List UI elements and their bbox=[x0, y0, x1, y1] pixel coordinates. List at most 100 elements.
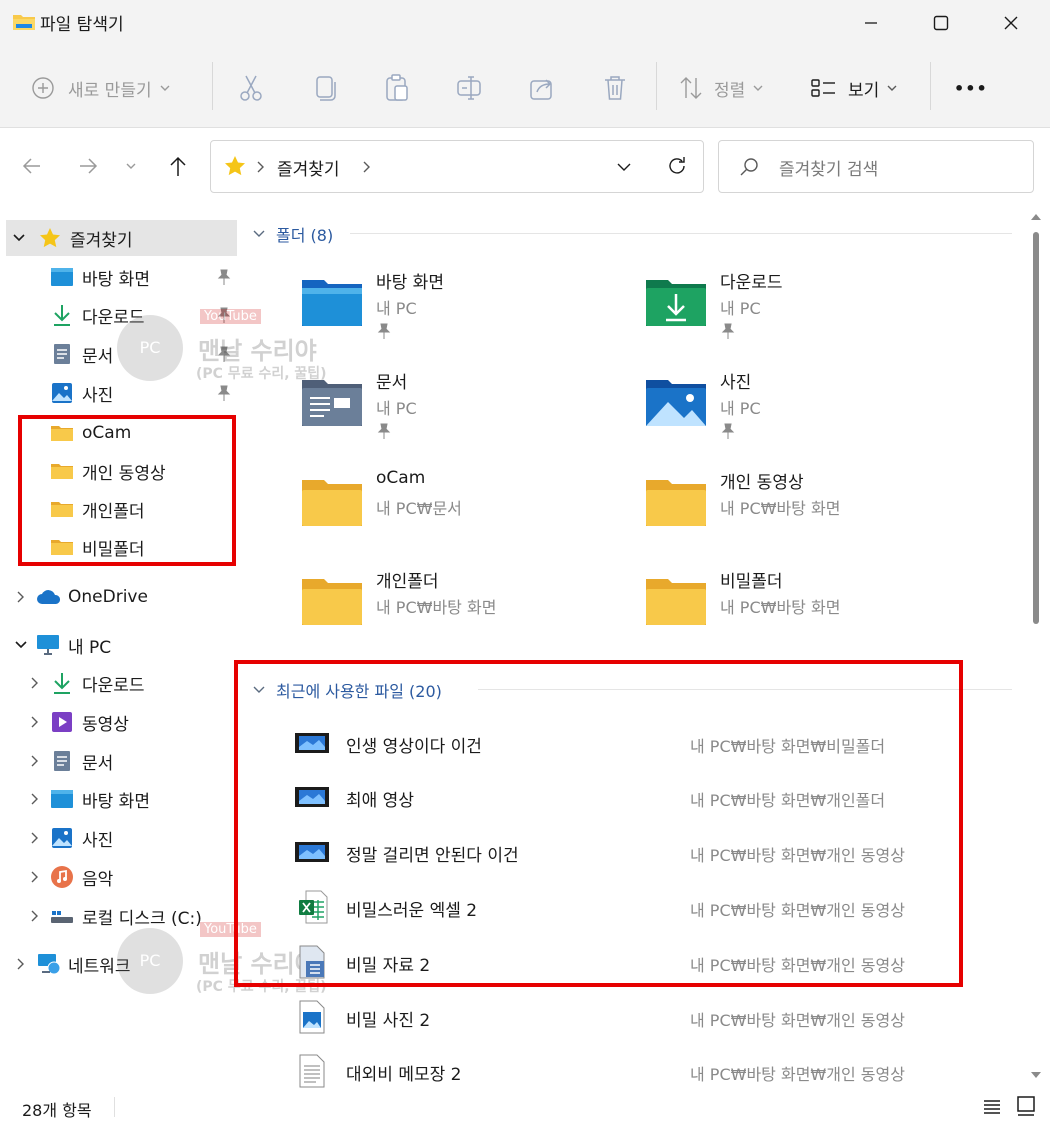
sidebar-item-label: 문서 bbox=[82, 346, 114, 367]
desktop-icon bbox=[51, 268, 73, 286]
chevron-right-icon bbox=[31, 871, 38, 883]
pc-badge-icon: PC bbox=[117, 315, 183, 381]
rename-button[interactable] bbox=[456, 70, 484, 106]
drive-icon bbox=[51, 911, 73, 923]
sidebar-item-pc-pictures[interactable]: 사진 bbox=[0, 819, 240, 857]
picture-icon bbox=[52, 828, 72, 848]
sidebar-item-pc-downloads[interactable]: 다운로드 bbox=[0, 664, 240, 702]
section-folders-header[interactable]: 폴더 (8) bbox=[252, 222, 333, 246]
copy-button[interactable] bbox=[312, 70, 338, 106]
sidebar-item-pc-videos[interactable]: 동영상 bbox=[0, 703, 240, 741]
address-bar[interactable]: 즐겨찾기 bbox=[210, 140, 704, 193]
sidebar-item-this-pc[interactable]: 내 PC bbox=[0, 626, 240, 664]
recent-file-path: 내 PC₩바탕 화면₩개인 동영상 bbox=[690, 1011, 905, 1030]
share-icon bbox=[530, 79, 552, 100]
back-button[interactable] bbox=[14, 148, 50, 184]
tile-name: 개인폴더 bbox=[376, 572, 439, 592]
chevron-right-icon bbox=[31, 677, 38, 689]
sidebar-item-pc-desktop[interactable]: 바탕 화면 bbox=[0, 780, 240, 818]
breadcrumb-favorites[interactable]: 즐겨찾기 bbox=[277, 155, 340, 180]
chevron-right-icon bbox=[31, 793, 38, 805]
chevron-down-icon bbox=[13, 234, 25, 242]
folder-tile-documents[interactable]: 문서 내 PC bbox=[296, 364, 626, 444]
tile-name: 사진 bbox=[720, 373, 752, 393]
watermark-badge: PC bbox=[140, 338, 161, 357]
star-icon bbox=[225, 156, 245, 176]
sidebar-item-favorites[interactable]: 즐겨찾기 bbox=[6, 220, 237, 256]
folder-tile-personal-videos[interactable]: 개인 동영상 내 PC₩바탕 화면 bbox=[640, 464, 1010, 534]
sidebar-item-label: 동영상 bbox=[82, 714, 129, 735]
sidebar-item-pc-documents[interactable]: 문서 bbox=[0, 742, 240, 780]
folder-tile-secret-folder[interactable]: 비밀폴더 내 PC₩바탕 화면 bbox=[640, 563, 1010, 633]
copy-icon bbox=[316, 76, 336, 101]
more-options-button[interactable]: ••• bbox=[954, 70, 988, 106]
pin-icon bbox=[377, 423, 391, 439]
pin-icon bbox=[721, 323, 735, 339]
maximize-button[interactable] bbox=[906, 0, 976, 46]
recent-locations-button[interactable] bbox=[116, 148, 146, 184]
chevron-down-icon bbox=[160, 85, 170, 91]
sidebar-item-desktop[interactable]: 바탕 화면 bbox=[0, 258, 240, 296]
chevron-right-icon bbox=[31, 716, 38, 728]
folder-tile-pictures[interactable]: 사진 내 PC bbox=[640, 364, 1010, 444]
delete-button[interactable] bbox=[602, 70, 628, 106]
chevron-right-icon bbox=[31, 755, 38, 767]
scrollbar-thumb[interactable] bbox=[1033, 232, 1039, 624]
pin-icon bbox=[217, 385, 231, 401]
view-button[interactable]: 보기 bbox=[810, 70, 899, 106]
share-button[interactable] bbox=[528, 70, 556, 106]
sidebar-item-pc-music[interactable]: 음악 bbox=[0, 858, 240, 896]
tile-location: 내 PC₩바탕 화면 bbox=[720, 499, 841, 518]
recent-file-path: 내 PC₩바탕 화면₩개인 동영상 bbox=[690, 1065, 905, 1084]
sort-icon bbox=[680, 77, 702, 99]
recent-file-name: 대외비 메모장 2 bbox=[346, 1065, 462, 1085]
folder-tile-ocam[interactable]: oCam 내 PC₩문서 bbox=[296, 464, 626, 534]
watermark-badge: PC bbox=[140, 951, 161, 970]
folder-icon bbox=[302, 480, 362, 526]
forward-button[interactable] bbox=[70, 148, 106, 184]
star-icon bbox=[40, 228, 60, 248]
music-icon bbox=[51, 866, 73, 888]
chevron-right-icon bbox=[17, 591, 24, 603]
chevron-down-icon bbox=[253, 230, 265, 237]
sidebar-item-label: 사진 bbox=[82, 385, 114, 406]
sidebar-item-label: 즐겨찾기 bbox=[70, 230, 133, 251]
tile-location: 내 PC₩문서 bbox=[376, 499, 462, 518]
new-button[interactable]: 새로 만들기 bbox=[30, 70, 172, 106]
tile-location: 내 PC₩바탕 화면 bbox=[376, 598, 497, 617]
download-folder-icon bbox=[646, 280, 706, 326]
chevron-down-icon[interactable] bbox=[615, 159, 633, 175]
recent-file-row[interactable]: 대외비 메모장 2 내 PC₩바탕 화면₩개인 동영상 bbox=[290, 1052, 1010, 1090]
network-icon bbox=[38, 954, 60, 975]
tile-name: 비밀폴더 bbox=[720, 572, 783, 592]
sidebar-item-onedrive[interactable]: OneDrive bbox=[0, 578, 240, 616]
folder-tile-desktop[interactable]: 바탕 화면 내 PC bbox=[296, 264, 626, 344]
minimize-button[interactable] bbox=[836, 0, 906, 46]
scroll-up-icon[interactable] bbox=[1030, 212, 1042, 222]
sidebar-item-label: 내 PC bbox=[68, 637, 112, 658]
window-title: 파일 탐색기 bbox=[40, 15, 124, 35]
paste-button[interactable] bbox=[384, 70, 410, 106]
sort-button[interactable]: 정렬 bbox=[678, 70, 765, 106]
sidebar-item-label: 음악 bbox=[82, 869, 114, 890]
folder-tile-personal-folder[interactable]: 개인폴더 내 PC₩바탕 화면 bbox=[296, 563, 626, 633]
recent-file-row[interactable]: 비밀 사진 2 내 PC₩바탕 화면₩개인 동영상 bbox=[290, 998, 1010, 1036]
chevron-down-icon bbox=[126, 163, 136, 169]
view-label: 보기 bbox=[848, 80, 880, 101]
picture-icon bbox=[52, 383, 72, 403]
search-input[interactable]: 즐겨찾기 검색 bbox=[718, 140, 1034, 193]
pin-icon bbox=[217, 269, 231, 285]
refresh-icon[interactable] bbox=[665, 154, 689, 178]
up-button[interactable] bbox=[160, 148, 196, 184]
tiles-view-icon[interactable] bbox=[1016, 1095, 1036, 1117]
scroll-down-icon[interactable] bbox=[1030, 1070, 1042, 1080]
details-view-icon[interactable] bbox=[982, 1097, 1002, 1117]
folder-icon bbox=[646, 579, 706, 625]
cut-button[interactable] bbox=[238, 70, 264, 106]
sort-label: 정렬 bbox=[714, 80, 746, 101]
image-file-icon bbox=[299, 1000, 325, 1034]
folder-tile-downloads[interactable]: 다운로드 내 PC bbox=[640, 264, 1010, 344]
close-button[interactable] bbox=[976, 0, 1046, 46]
status-bar: 28개 항목 bbox=[0, 1089, 1050, 1125]
trash-icon bbox=[605, 76, 625, 100]
